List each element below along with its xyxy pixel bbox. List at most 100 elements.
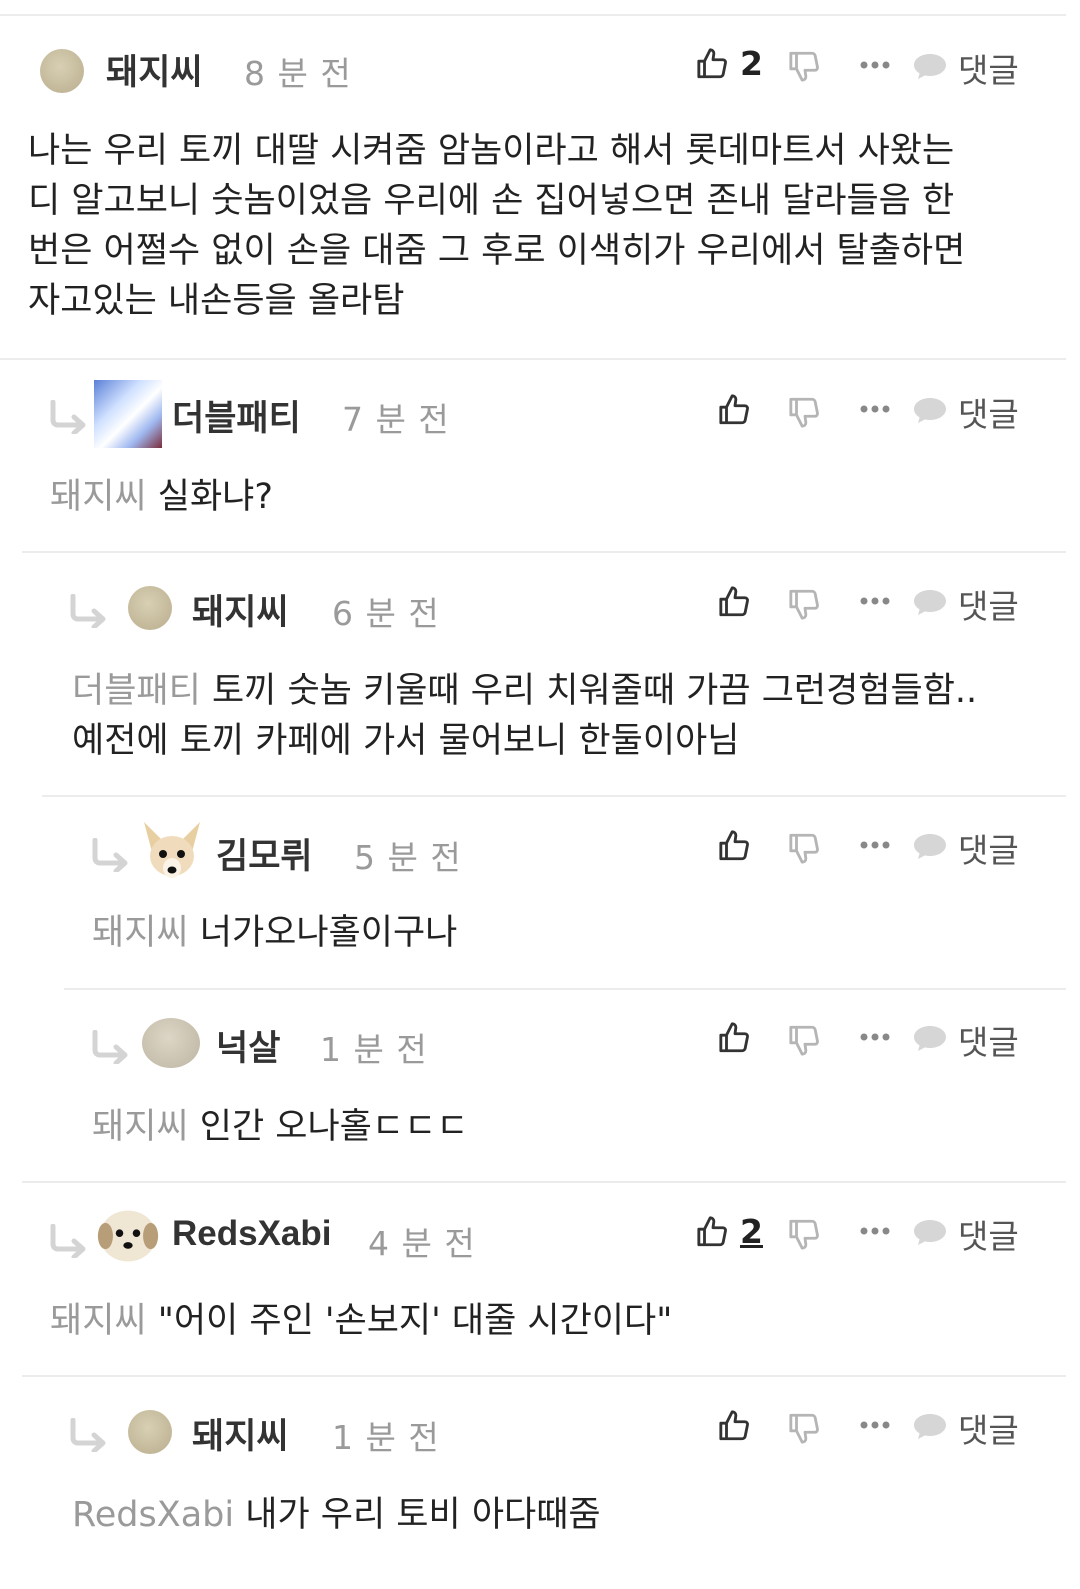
username[interactable]: 돼지씨	[106, 44, 203, 95]
divider	[22, 1181, 1066, 1183]
thumbs-down-icon[interactable]	[788, 48, 822, 84]
avatar[interactable]	[128, 1410, 172, 1454]
comment-body: 인간 오나홀ㄷㄷㄷ	[199, 1107, 469, 1147]
avatar[interactable]	[40, 49, 84, 93]
username[interactable]: 더블패티	[172, 390, 301, 441]
more-options-icon[interactable]	[860, 1420, 890, 1430]
reply-label: 댓글	[958, 1023, 1019, 1062]
comment-text: 돼지씨 "어이 주인 '손보지' 대줄 시간이다"	[50, 1296, 1050, 1346]
avatar[interactable]	[142, 1018, 200, 1068]
mention[interactable]: 더블패티	[72, 671, 201, 711]
speech-bubble-icon	[914, 54, 946, 79]
reply-label: 댓글	[958, 1411, 1019, 1450]
reply-button[interactable]: 댓글	[912, 1016, 1036, 1062]
thumbs-up-icon[interactable]	[718, 584, 752, 620]
more-options-icon[interactable]	[860, 404, 890, 414]
username[interactable]: RedsXabi	[172, 1214, 332, 1254]
comment-text: 돼지씨 인간 오나홀ㄷㄷㄷ	[92, 1102, 1052, 1152]
avatar[interactable]	[94, 1204, 162, 1268]
reply-arrow-icon	[70, 1418, 106, 1452]
thumbs-down-icon[interactable]	[788, 586, 822, 622]
reply-button[interactable]: 댓글	[912, 1210, 1036, 1256]
avatar[interactable]	[94, 380, 162, 448]
comment-body: 실화냐?	[157, 477, 273, 517]
username[interactable]: 넉살	[216, 1020, 280, 1071]
comment-text: 돼지씨 실화냐?	[50, 472, 1050, 522]
thumbs-down-icon[interactable]	[788, 1216, 822, 1252]
mention[interactable]: RedsXabi	[72, 1495, 234, 1535]
thumbs-up-icon[interactable]	[718, 1408, 752, 1444]
reply-arrow-icon	[50, 400, 86, 434]
thumbs-down-icon[interactable]	[788, 1410, 822, 1446]
reply-button[interactable]: 댓글	[912, 44, 1036, 90]
reply-arrow-icon	[50, 1224, 86, 1258]
comment: 김모뤼 5 분 전 댓글 돼지씨 너가오나홀이구나	[0, 816, 1080, 986]
more-options-icon[interactable]	[860, 1032, 890, 1042]
divider	[0, 358, 1066, 360]
like-count[interactable]: 2	[740, 44, 763, 83]
comment-body: 토끼 숫놈 키울때 우리 치워줄때 가끔 그런경험들함.. 예전에 토끼 카페에…	[72, 671, 978, 761]
thumbs-up-icon[interactable]	[718, 828, 752, 864]
username[interactable]: 돼지씨	[192, 584, 289, 635]
reply-label: 댓글	[958, 1217, 1019, 1256]
comment-text: RedsXabi 내가 우리 토비 아다때줌	[72, 1490, 1052, 1540]
divider	[0, 14, 1066, 16]
speech-bubble-icon	[914, 834, 946, 859]
comment-body: "어이 주인 '손보지' 대줄 시간이다"	[157, 1301, 673, 1341]
reply-button[interactable]: 댓글	[912, 824, 1036, 870]
mention[interactable]: 돼지씨	[50, 1301, 147, 1341]
more-options-icon[interactable]	[860, 840, 890, 850]
comment: 더블패티 7 분 전 댓글 돼지씨 실화냐?	[0, 378, 1080, 548]
reply-label: 댓글	[958, 395, 1019, 434]
timestamp: 5 분 전	[354, 838, 462, 877]
like-count[interactable]: 2	[740, 1212, 763, 1251]
comment: RedsXabi 4 분 전 2 댓글 돼지씨 "어이 주인 '손보지' 대줄 …	[0, 1202, 1080, 1372]
timestamp: 7 분 전	[342, 400, 450, 439]
thumbs-up-icon[interactable]	[718, 1020, 752, 1056]
reply-button[interactable]: 댓글	[912, 580, 1036, 626]
comment-body: 내가 우리 토비 아다때줌	[245, 1495, 601, 1535]
more-options-icon[interactable]	[860, 60, 890, 70]
username[interactable]: 돼지씨	[192, 1408, 289, 1459]
thumbs-up-icon[interactable]	[718, 392, 752, 428]
thumbs-down-icon[interactable]	[788, 394, 822, 430]
comment-body: 나는 우리 토끼 대딸 시켜줌 암놈이라고 해서 롯데마트서 사왔는 디 알고보…	[28, 131, 966, 321]
reply-arrow-icon	[70, 594, 106, 628]
divider	[42, 795, 1066, 797]
speech-bubble-icon	[914, 1414, 946, 1439]
thumbs-up-icon[interactable]	[696, 46, 730, 82]
comment: 돼지씨 1 분 전 댓글 RedsXabi 내가 우리 토비 아다때줌	[0, 1396, 1080, 1586]
divider	[64, 988, 1066, 990]
comment: 돼지씨 8 분 전 2 댓글 나는 우리 토끼 대딸 시켜줌 암놈이라고 해서 …	[0, 34, 1080, 354]
comment-text: 돼지씨 너가오나홀이구나	[92, 908, 1052, 958]
comment-text: 나는 우리 토끼 대딸 시켜줌 암놈이라고 해서 롯데마트서 사왔는 디 알고보…	[28, 126, 1058, 326]
reply-label: 댓글	[958, 831, 1019, 870]
username[interactable]: 김모뤼	[216, 828, 313, 879]
avatar[interactable]	[128, 586, 172, 630]
avatar[interactable]	[138, 818, 206, 886]
speech-bubble-icon	[914, 1026, 946, 1051]
mention[interactable]: 돼지씨	[92, 913, 189, 953]
more-options-icon[interactable]	[860, 1226, 890, 1236]
divider	[22, 1375, 1066, 1377]
speech-bubble-icon	[914, 398, 946, 423]
timestamp: 1 분 전	[332, 1418, 440, 1457]
reply-label: 댓글	[958, 587, 1019, 626]
more-options-icon[interactable]	[860, 596, 890, 606]
reply-arrow-icon	[92, 1030, 128, 1064]
timestamp: 4 분 전	[368, 1224, 476, 1263]
thumbs-up-icon[interactable]	[696, 1214, 730, 1250]
reply-button[interactable]: 댓글	[912, 1404, 1036, 1450]
timestamp: 6 분 전	[332, 594, 440, 633]
thumbs-down-icon[interactable]	[788, 1022, 822, 1058]
speech-bubble-icon	[914, 1220, 946, 1245]
timestamp: 1 분 전	[320, 1030, 428, 1069]
thumbs-down-icon[interactable]	[788, 830, 822, 866]
mention[interactable]: 돼지씨	[92, 1107, 189, 1147]
reply-button[interactable]: 댓글	[912, 388, 1036, 434]
reply-arrow-icon	[92, 838, 128, 872]
comment: 넉살 1 분 전 댓글 돼지씨 인간 오나홀ㄷㄷㄷ	[0, 1008, 1080, 1178]
mention[interactable]: 돼지씨	[50, 477, 147, 517]
reply-label: 댓글	[958, 51, 1019, 90]
comment: 돼지씨 6 분 전 댓글 더블패티 토끼 숫놈 키울때 우리 치워줄때 가끔 그…	[0, 572, 1080, 792]
